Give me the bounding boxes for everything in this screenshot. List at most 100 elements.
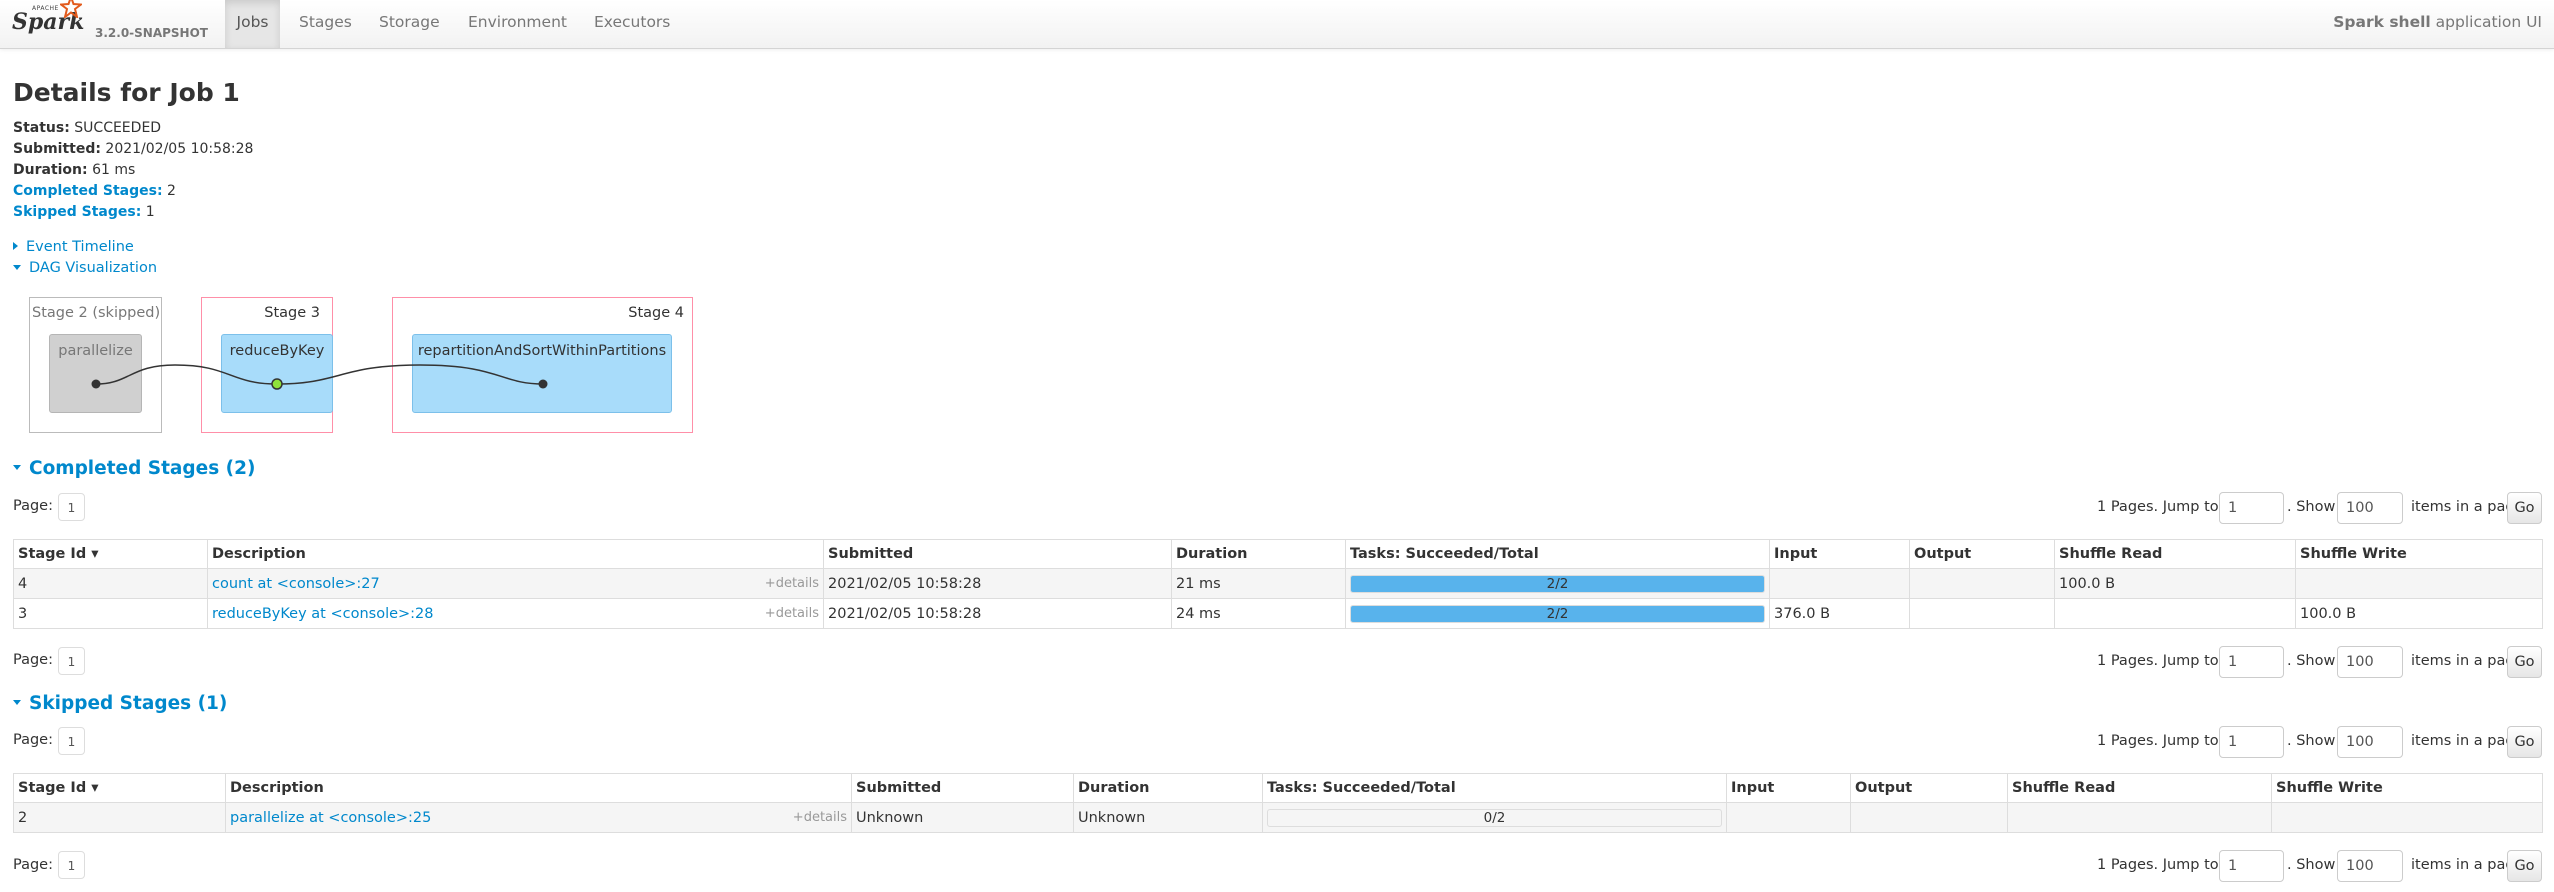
page-number-button[interactable]: 1 (58, 727, 85, 755)
completed-stages-title: Completed Stages (2) (29, 458, 256, 479)
output-cell (1850, 802, 2008, 833)
page-number-button[interactable]: 1 (58, 851, 85, 879)
pagination-controls: 1 Pages. Jump to 1 . Show 100 items in a… (2097, 726, 2542, 758)
pagination-controls: 1 Pages. Jump to 1 . Show 100 items in a… (2097, 646, 2542, 678)
shuffle-write-cell (2271, 802, 2543, 833)
skipped-stages-header[interactable]: Skipped Stages (1) (13, 693, 227, 714)
table-header-row: Stage Id ▾ Description Submitted Duratio… (13, 539, 2543, 569)
pages-text: 1 Pages. Jump to (2097, 653, 2219, 669)
pages-text: 1 Pages. Jump to (2097, 499, 2219, 515)
page-size-input[interactable]: 100 (2337, 646, 2403, 678)
app-title: Spark shell application UI (2333, 0, 2542, 45)
column-header-duration[interactable]: Duration (1171, 539, 1346, 569)
expanded-arrow-icon (13, 465, 21, 470)
completed-stages-table: Stage Id ▾ Description Submitted Duratio… (13, 539, 2543, 629)
details-toggle[interactable]: +details (793, 810, 847, 825)
duration-cell: 24 ms (1171, 598, 1346, 629)
column-header-submitted[interactable]: Submitted (823, 539, 1172, 569)
pagination-controls: 1 Pages. Jump to 1 . Show 100 items in a… (2097, 850, 2542, 882)
description-cell: parallelize at <console>:25 +details (225, 802, 852, 833)
column-header-description[interactable]: Description (225, 773, 852, 803)
shuffle-write-cell: 100.0 B (2295, 598, 2543, 629)
jump-to-page-input[interactable]: 1 (2219, 850, 2284, 882)
input-cell: 376.0 B (1769, 598, 1910, 629)
dag-point (538, 379, 548, 389)
column-header-input[interactable]: Input (1726, 773, 1851, 803)
column-header-output[interactable]: Output (1850, 773, 2008, 803)
stage-id-cell: 2 (13, 802, 226, 833)
submitted-cell: 2021/02/05 10:58:28 (823, 598, 1172, 629)
column-header-stage-id[interactable]: Stage Id ▾ (13, 773, 226, 803)
app-name: Spark shell (2333, 13, 2431, 31)
description-cell: count at <console>:27 +details (207, 568, 824, 599)
page-size-input[interactable]: 100 (2337, 492, 2403, 524)
column-header-stage-id[interactable]: Stage Id ▾ (13, 539, 208, 569)
details-toggle[interactable]: +details (765, 606, 819, 621)
shuffle-read-cell (2054, 598, 2296, 629)
column-header-output[interactable]: Output (1909, 539, 2055, 569)
column-header-shuffle-write[interactable]: Shuffle Write (2295, 539, 2543, 569)
stage-description-link[interactable]: parallelize at <console>:25 (230, 810, 431, 826)
app-suffix: application UI (2435, 13, 2542, 31)
show-text: . Show (2287, 857, 2336, 873)
page-size-input[interactable]: 100 (2337, 726, 2403, 758)
show-text: . Show (2287, 733, 2336, 749)
submitted-cell: Unknown (851, 802, 1074, 833)
column-header-submitted[interactable]: Submitted (851, 773, 1074, 803)
page-size-input[interactable]: 100 (2337, 850, 2403, 882)
pagination-controls: 1 Pages. Jump to 1 . Show 100 items in a… (2097, 492, 2542, 524)
jump-to-page-input[interactable]: 1 (2219, 646, 2284, 678)
go-button[interactable]: Go (2507, 646, 2542, 678)
duration-cell: Unknown (1073, 802, 1263, 833)
jump-to-page-input[interactable]: 1 (2219, 726, 2284, 758)
dag-edges (91, 364, 548, 390)
column-header-tasks[interactable]: Tasks: Succeeded/Total (1262, 773, 1727, 803)
column-header-duration[interactable]: Duration (1073, 773, 1263, 803)
page-label: Page: (13, 857, 53, 873)
page-label: Page: (13, 732, 53, 748)
dag-cached-point (271, 378, 283, 390)
stage-description-link[interactable]: reduceByKey at <console>:28 (212, 606, 434, 622)
column-header-description[interactable]: Description (207, 539, 824, 569)
dag-edge (95, 364, 278, 385)
column-header-shuffle-write[interactable]: Shuffle Write (2271, 773, 2543, 803)
shuffle-read-cell (2007, 802, 2272, 833)
completed-stages-header[interactable]: Completed Stages (2) (13, 458, 255, 479)
page-label: Page: (13, 498, 53, 514)
go-button[interactable]: Go (2507, 850, 2542, 882)
jump-to-page-input[interactable]: 1 (2219, 492, 2284, 524)
dag-edge (276, 364, 544, 385)
go-button[interactable]: Go (2507, 726, 2542, 758)
details-toggle[interactable]: +details (765, 576, 819, 591)
tasks-progress-bar: 0/2 (1267, 808, 1722, 827)
table-row: 4 count at <console>:27 +details 2021/02/… (13, 568, 2543, 599)
pages-text: 1 Pages. Jump to (2097, 733, 2219, 749)
go-button[interactable]: Go (2507, 492, 2542, 524)
table-row: 3 reduceByKey at <console>:28 +details 20… (13, 598, 2543, 629)
input-cell (1726, 802, 1851, 833)
column-header-input[interactable]: Input (1769, 539, 1910, 569)
dag-point (91, 379, 101, 389)
submitted-cell: 2021/02/05 10:58:28 (823, 568, 1172, 599)
progress-text: 2/2 (1546, 605, 1569, 622)
column-header-shuffle-read[interactable]: Shuffle Read (2007, 773, 2272, 803)
table-row: 2 parallelize at <console>:25 +details Un… (13, 802, 2543, 833)
page-number-button[interactable]: 1 (58, 493, 85, 521)
tasks-progress-bar: 2/2 (1350, 604, 1765, 623)
tasks-cell: 2/2 (1345, 598, 1770, 629)
skipped-stages-table: Stage Id ▾ Description Submitted Duratio… (13, 773, 2543, 833)
tasks-progress-bar: 2/2 (1350, 574, 1765, 593)
pages-text: 1 Pages. Jump to (2097, 857, 2219, 873)
column-header-shuffle-read[interactable]: Shuffle Read (2054, 539, 2296, 569)
progress-text: 0/2 (1483, 809, 1506, 826)
duration-cell: 21 ms (1171, 568, 1346, 599)
page-number-button[interactable]: 1 (58, 647, 85, 675)
table-header-row: Stage Id ▾ Description Submitted Duratio… (13, 773, 2543, 803)
column-header-tasks[interactable]: Tasks: Succeeded/Total (1345, 539, 1770, 569)
page-label: Page: (13, 652, 53, 668)
show-text: . Show (2287, 653, 2336, 669)
stage-description-link[interactable]: count at <console>:27 (212, 576, 380, 592)
shuffle-read-cell: 100.0 B (2054, 568, 2296, 599)
tasks-cell: 2/2 (1345, 568, 1770, 599)
show-text: . Show (2287, 499, 2336, 515)
